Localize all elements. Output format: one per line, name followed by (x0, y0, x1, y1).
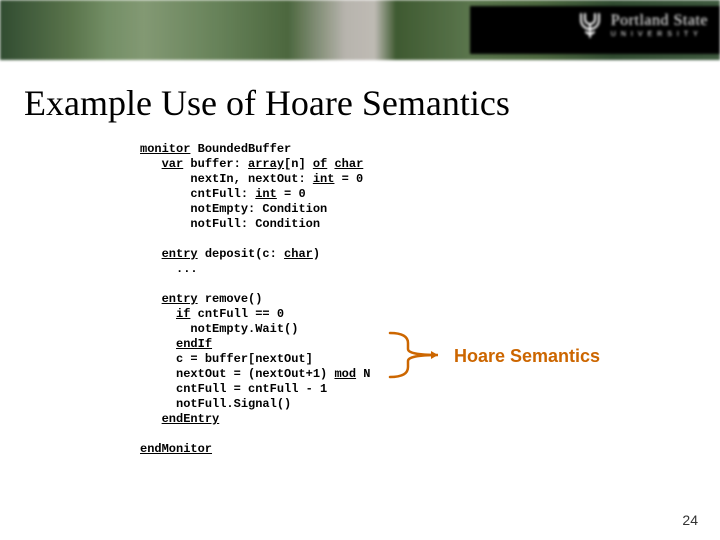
code-text: nextOut = (nextOut+1) (176, 367, 334, 381)
code-text: c = buffer[nextOut] (176, 352, 313, 366)
logo-mark-icon (575, 10, 605, 40)
kw-int: int (313, 172, 335, 186)
logo-line2: UNIVERSITY (611, 31, 708, 38)
code-text: cntFull: (190, 187, 255, 201)
code-text: ) (313, 247, 320, 261)
code-text: remove() (198, 292, 263, 306)
code-text: = 0 (334, 172, 363, 186)
code-text: nextIn, nextOut: (190, 172, 312, 186)
code-text: buffer: (183, 157, 248, 171)
university-logo: Portland State UNIVERSITY (575, 10, 708, 40)
kw-array: array (248, 157, 284, 171)
kw-of: of (313, 157, 327, 171)
code-text: N (356, 367, 370, 381)
code-text: notEmpty.Wait() (190, 322, 298, 336)
code-block: monitor BoundedBuffer var buffer: array[… (0, 142, 720, 457)
kw-var: var (162, 157, 184, 171)
code-text: notEmpty: Condition (190, 202, 327, 216)
code-text: = 0 (277, 187, 306, 201)
callout-label: Hoare Semantics (454, 346, 600, 367)
slide-title: Example Use of Hoare Semantics (0, 60, 720, 142)
code-text: ... (176, 262, 198, 276)
kw-endmonitor: endMonitor (140, 442, 212, 456)
kw-endentry: endEntry (162, 412, 220, 426)
logo-line1: Portland State (611, 13, 708, 29)
code-text: cntFull = cntFull - 1 (176, 382, 327, 396)
kw-char: char (284, 247, 313, 261)
kw-endif: endIf (176, 337, 212, 351)
kw-char: char (334, 157, 363, 171)
code-text: cntFull == 0 (190, 307, 284, 321)
kw-entry: entry (162, 247, 198, 261)
logo-text: Portland State UNIVERSITY (611, 13, 708, 38)
kw-int: int (255, 187, 277, 201)
kw-mod: mod (334, 367, 356, 381)
kw-if: if (176, 307, 190, 321)
kw-entry: entry (162, 292, 198, 306)
page-number: 24 (682, 512, 698, 528)
code-text: notFull.Signal() (176, 397, 291, 411)
kw-monitor: monitor (140, 142, 190, 156)
code-text: notFull: Condition (190, 217, 320, 231)
header-photo-band: Portland State UNIVERSITY (0, 0, 720, 60)
code-text: deposit(c: (198, 247, 284, 261)
code-text: BoundedBuffer (190, 142, 291, 156)
code-text: [n] (284, 157, 313, 171)
